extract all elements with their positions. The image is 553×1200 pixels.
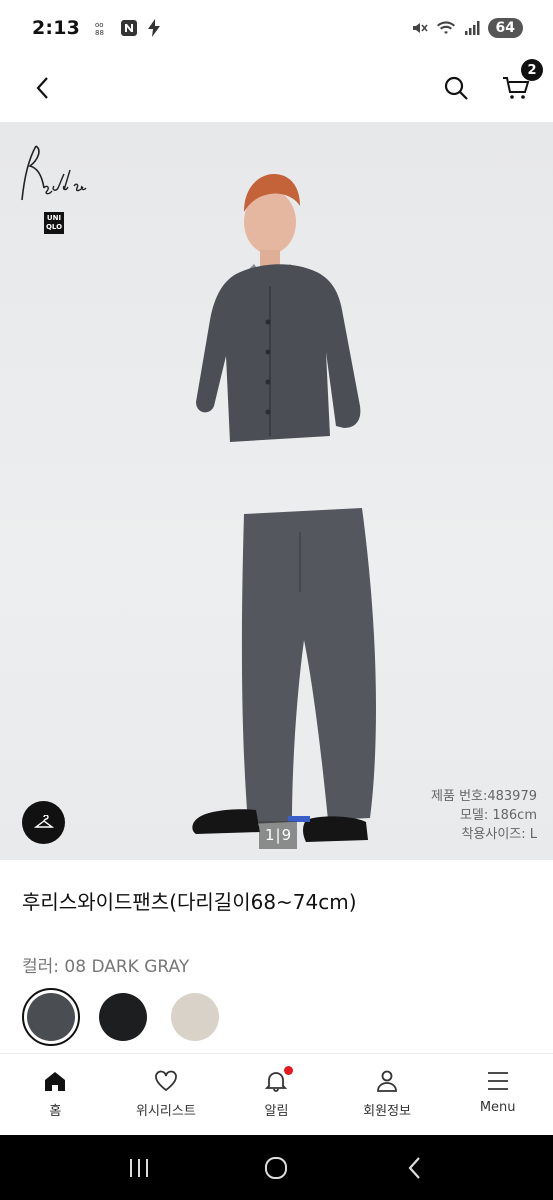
pager-current: 1 bbox=[265, 826, 275, 844]
nav-wishlist[interactable]: 위시리스트 bbox=[111, 1054, 222, 1135]
menu-icon bbox=[487, 1072, 508, 1090]
color-label: 컬러: 08 DARK GRAY bbox=[22, 957, 190, 977]
home-icon bbox=[45, 1072, 66, 1091]
user-icon bbox=[377, 1070, 397, 1092]
color-swatch-dark-gray[interactable] bbox=[22, 988, 80, 1046]
swatch-fill bbox=[27, 993, 75, 1041]
heart-icon bbox=[154, 1070, 177, 1092]
recent-apps-icon bbox=[129, 1158, 148, 1177]
app-notification-icon: oo88 bbox=[95, 21, 104, 37]
product-image-gallery[interactable]: UNI QLO 1 | 9 제품 번호:483979 모델: 186cm 착용사… bbox=[0, 122, 553, 860]
status-notification-icons: oo 88 bbox=[94, 18, 162, 38]
swatch-fill bbox=[171, 993, 219, 1041]
chevron-left-icon bbox=[36, 77, 48, 99]
bottom-navigation: 홈 위시리스트 알림 회원정보 Menu bbox=[0, 1053, 553, 1135]
image-pager: 1 | 9 bbox=[259, 821, 298, 849]
model-photo bbox=[192, 174, 376, 842]
search-icon bbox=[444, 76, 468, 100]
nav-label: Menu bbox=[479, 1100, 516, 1115]
nav-label: 알림 bbox=[264, 1104, 289, 1119]
pager-total: 9 bbox=[281, 826, 292, 844]
product-title: 후리스와이드팬츠(다리길이68~74cm) bbox=[22, 890, 357, 914]
cart-count-badge: 2 bbox=[521, 59, 543, 81]
app-header: 2 bbox=[0, 56, 553, 122]
battery-indicator: 64 bbox=[487, 18, 523, 38]
back-button[interactable] bbox=[22, 68, 62, 108]
nav-home[interactable]: 홈 bbox=[0, 1054, 111, 1135]
nav-member-info[interactable]: 회원정보 bbox=[332, 1054, 443, 1135]
nav-menu[interactable]: Menu bbox=[442, 1054, 553, 1135]
back-system-button[interactable] bbox=[384, 1148, 444, 1188]
mute-icon bbox=[412, 23, 428, 33]
pager-separator: | bbox=[275, 826, 281, 844]
status-time: 2:13 bbox=[32, 17, 81, 39]
wear-info-button[interactable] bbox=[22, 801, 65, 844]
status-system-icons: 64 bbox=[410, 18, 523, 38]
back-chevron-icon bbox=[408, 1156, 420, 1179]
hanger-icon bbox=[33, 814, 54, 828]
signal-icon bbox=[464, 21, 480, 35]
naver-icon bbox=[121, 20, 138, 36]
model-info: 제품 번호:483979 모델: 186cm 착용사이즈: L bbox=[431, 787, 537, 844]
svg-text:oo: oo bbox=[95, 21, 104, 29]
nav-notifications[interactable]: 알림 bbox=[221, 1054, 332, 1135]
uniqlo-logo: UNI QLO bbox=[44, 212, 64, 234]
product-number: 제품 번호:483979 bbox=[431, 789, 537, 804]
color-swatch-beige[interactable] bbox=[166, 988, 224, 1046]
cart-button[interactable]: 2 bbox=[494, 59, 543, 108]
nav-label: 홈 bbox=[49, 1104, 62, 1119]
home-circle-icon bbox=[265, 1156, 288, 1179]
color-swatch-black[interactable] bbox=[94, 988, 152, 1046]
search-button[interactable] bbox=[436, 68, 476, 108]
model-height: 모델: 186cm bbox=[459, 808, 537, 823]
nav-label: 회원정보 bbox=[363, 1104, 411, 1119]
charging-bolt-icon bbox=[148, 19, 161, 37]
svg-text:88: 88 bbox=[95, 29, 104, 37]
color-swatches bbox=[22, 988, 224, 1046]
recent-apps-button[interactable] bbox=[109, 1148, 169, 1188]
notification-dot bbox=[284, 1066, 294, 1075]
swatch-fill bbox=[99, 993, 147, 1041]
worn-size: 착용사이즈: L bbox=[461, 827, 537, 842]
wifi-icon bbox=[436, 21, 455, 34]
home-system-button[interactable] bbox=[246, 1148, 306, 1188]
system-navigation-bar bbox=[0, 1135, 553, 1200]
nav-label: 위시리스트 bbox=[135, 1104, 196, 1119]
needles-logo bbox=[21, 145, 87, 201]
status-bar: 2:13 oo 88 64 bbox=[0, 0, 553, 56]
